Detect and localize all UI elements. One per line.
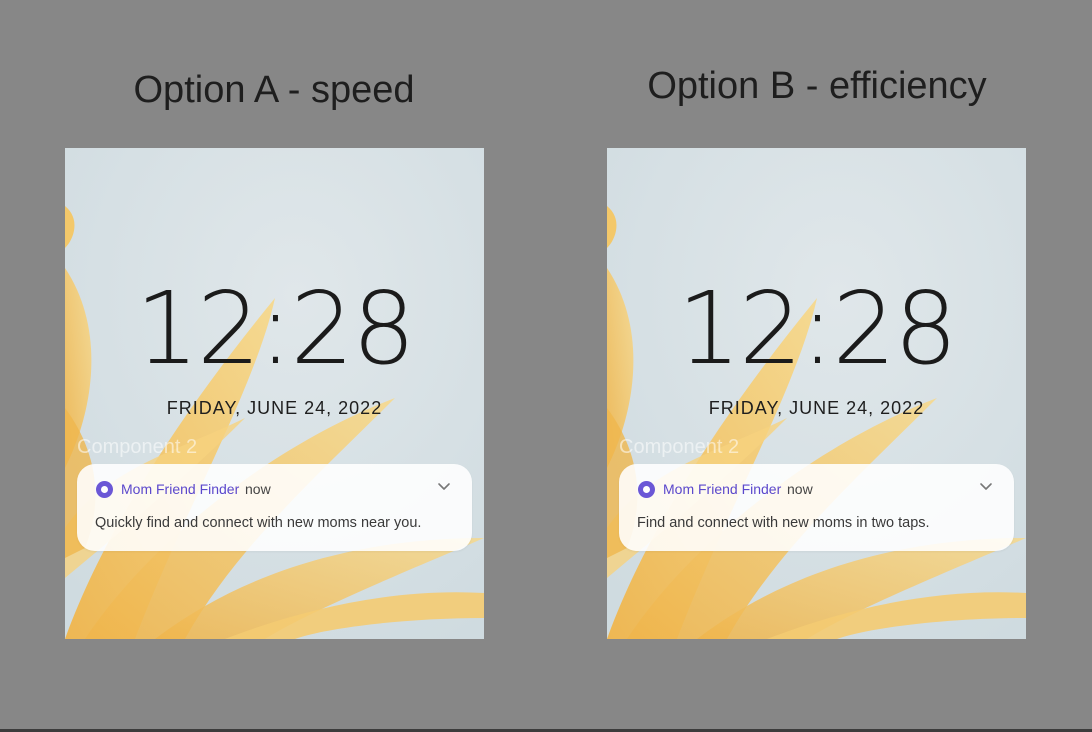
notification-time: now xyxy=(245,481,271,497)
lockscreen-date: FRIDAY, JUNE 24, 2022 xyxy=(166,398,383,418)
lockscreen-clock: 12:28 xyxy=(135,270,415,387)
notification-body: Quickly find and connect with new moms n… xyxy=(95,515,422,531)
component-label: Component 2 xyxy=(77,436,198,458)
lockscreen-frame-b: 12:28 FRIDAY, JUNE 24, 2022 Component 2 … xyxy=(607,148,1026,639)
notification-time: now xyxy=(787,481,813,497)
notification-card[interactable]: Mom Friend Finder now Quickly find and c… xyxy=(77,464,472,551)
radio-dot-icon xyxy=(96,481,113,498)
radio-dot-icon xyxy=(638,481,655,498)
chevron-down-icon[interactable] xyxy=(436,478,452,494)
lockscreen-date: FRIDAY, JUNE 24, 2022 xyxy=(708,398,925,418)
chevron-down-icon[interactable] xyxy=(978,478,994,494)
notification-app-name: Mom Friend Finder xyxy=(121,481,240,497)
notification-app-name: Mom Friend Finder xyxy=(663,481,782,497)
wallpaper-image xyxy=(65,148,484,639)
option-a-title: Option A - speed xyxy=(133,69,415,111)
notification-card[interactable]: Mom Friend Finder now Find and connect w… xyxy=(619,464,1014,551)
comparison-canvas: Option A - speed 12:28 FRIDAY, JUNE 24, … xyxy=(0,0,1092,732)
option-b-title: Option B - efficiency xyxy=(647,65,987,107)
notification-body: Find and connect with new moms in two ta… xyxy=(637,515,930,531)
lockscreen-clock: 12:28 xyxy=(677,270,957,387)
lockscreen-frame-a: 12:28 FRIDAY, JUNE 24, 2022 Component 2 … xyxy=(65,148,484,639)
wallpaper-image xyxy=(607,148,1026,639)
component-label: Component 2 xyxy=(619,436,740,458)
